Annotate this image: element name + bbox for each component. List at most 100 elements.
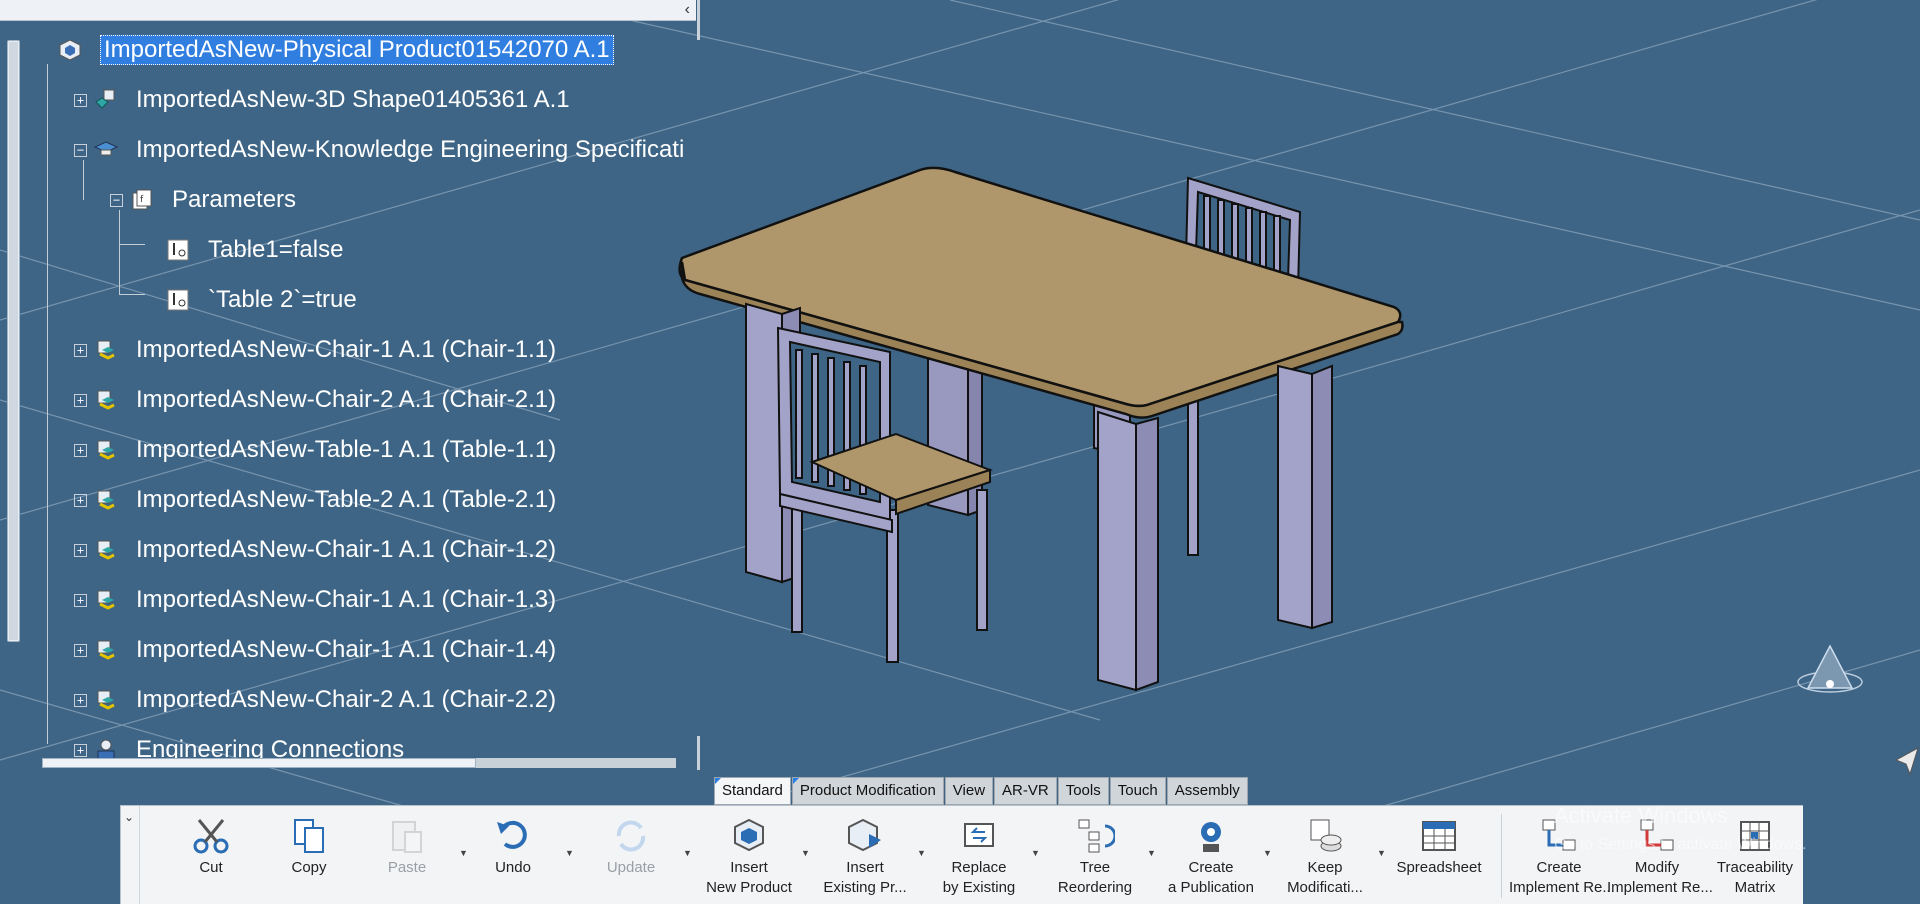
tree-node[interactable]: + ImportedAsNew-Table-2 A.1 (Table-2.1) xyxy=(74,480,556,520)
command-label: Cut xyxy=(161,858,261,878)
collapse-toggle-icon[interactable]: − xyxy=(110,193,123,207)
tree-vertical-scrollbar[interactable] xyxy=(7,40,20,642)
tree-node[interactable]: + ImportedAsNew-Chair-1 A.1 (Chair-1.2) xyxy=(74,530,556,570)
tree-node-label[interactable]: ImportedAsNew-Chair-2 A.1 (Chair-2.1) xyxy=(136,386,556,414)
replace-by-existing-icon xyxy=(959,816,999,856)
select-arrow-icon[interactable] xyxy=(1894,746,1919,776)
dropdown-arrow-icon[interactable]: ▼ xyxy=(1031,848,1040,858)
tree-node[interactable]: `Table 2`=true xyxy=(146,280,357,320)
spreadsheet-button[interactable]: Spreadsheet xyxy=(1389,806,1489,904)
expand-toggle-icon[interactable]: + xyxy=(74,743,87,757)
tab-standard[interactable]: Standard xyxy=(714,777,791,805)
tab-assembly[interactable]: Assembly xyxy=(1166,777,1248,805)
tree-node-label[interactable]: ImportedAsNew-Chair-1 A.1 (Chair-1.1) xyxy=(136,336,556,364)
dropdown-arrow-icon[interactable]: ▼ xyxy=(1263,848,1272,858)
tree-node-label[interactable]: ImportedAsNew-Table-1 A.1 (Table-1.1) xyxy=(136,436,556,464)
expand-toggle-icon[interactable]: + xyxy=(74,393,87,407)
tab-touch[interactable]: Touch xyxy=(1109,777,1166,805)
expand-toggle-icon[interactable]: + xyxy=(74,543,87,557)
tab-view[interactable]: View xyxy=(944,777,994,805)
dropdown-arrow-icon[interactable]: ▼ xyxy=(917,848,926,858)
tree-node[interactable]: − f Parameters xyxy=(110,180,296,220)
collapse-tree-button[interactable]: ‹ xyxy=(685,1,690,19)
expand-toggle-icon[interactable]: + xyxy=(74,493,87,507)
expand-toggle-icon[interactable]: + xyxy=(74,93,87,107)
tree-node-label[interactable]: `Table 2`=true xyxy=(208,286,357,314)
command-label-line1: Modify xyxy=(1634,859,1680,876)
collapse-toggle-icon[interactable]: − xyxy=(74,143,87,157)
tree-node-label[interactable]: ImportedAsNew-Knowledge Engineering Spec… xyxy=(136,136,684,164)
tree-node-label[interactable]: ImportedAsNew-Chair-2 A.1 (Chair-2.2) xyxy=(136,686,556,714)
expand-toggle-icon[interactable]: + xyxy=(74,643,87,657)
traceability-matrix-icon xyxy=(1735,816,1775,856)
tree-splitter-bottom[interactable] xyxy=(697,736,700,770)
dropdown-arrow-icon[interactable]: ▼ xyxy=(1377,848,1386,858)
command-label-line2: Implement Re... xyxy=(1509,879,1615,896)
tree-node[interactable]: + ImportedAsNew-Table-1 A.1 (Table-1.1) xyxy=(74,430,556,470)
chevron-down-icon: ⌄ xyxy=(124,810,135,824)
traceability-matrix-button[interactable]: Traceability Matrix xyxy=(1705,806,1805,904)
dropdown-arrow-icon[interactable]: ▼ xyxy=(801,848,810,858)
product-instance-icon xyxy=(94,588,118,612)
tree-vertical-scroll-thumb[interactable] xyxy=(9,42,18,640)
tree-node-label[interactable]: ImportedAsNew-3D Shape01405361 A.1 xyxy=(136,86,570,114)
keep-modifications-button[interactable]: Keep Modificati... xyxy=(1275,806,1375,904)
insert-new-product-button[interactable]: Insert New Product xyxy=(699,806,799,904)
tree-node-label[interactable]: ImportedAsNew-Chair-1 A.1 (Chair-1.2) xyxy=(136,536,556,564)
tree-horizontal-scrollbar[interactable] xyxy=(42,758,676,768)
toolbar-tabs: Standard Product Modification View AR-VR Too… xyxy=(714,777,1249,805)
command-label-line1: Tree xyxy=(1079,859,1111,876)
command-label-line2: a Publication xyxy=(1168,879,1254,896)
dropdown-arrow-icon[interactable]: ▼ xyxy=(1147,848,1156,858)
action-bar-handle[interactable]: ⌄ xyxy=(121,806,140,904)
expand-toggle-icon[interactable]: + xyxy=(74,443,87,457)
specification-tree[interactable]: ‹ ImportedAsNew-Physical Product01542070… xyxy=(0,0,700,780)
command-label-line2: Matrix xyxy=(1734,879,1776,896)
tree-node[interactable]: + ImportedAsNew-Chair-1 A.1 (Chair-1.4) xyxy=(74,630,556,670)
dropdown-arrow-icon[interactable]: ▼ xyxy=(683,848,692,858)
expand-toggle-icon[interactable]: + xyxy=(74,693,87,707)
command-label-line1: Undo xyxy=(495,859,531,876)
tree-horizontal-scroll-thumb[interactable] xyxy=(42,758,476,768)
tree-node-label[interactable]: Table1=false xyxy=(208,236,343,264)
tree-reordering-button[interactable]: Tree Reordering xyxy=(1045,806,1145,904)
tree-node[interactable]: ImportedAsNew-Physical Product01542070 A… xyxy=(38,30,614,70)
tree-node[interactable]: + ImportedAsNew-Chair-2 A.1 (Chair-2.2) xyxy=(74,680,556,720)
compass-widget[interactable] xyxy=(1797,644,1863,693)
expand-toggle-icon[interactable]: + xyxy=(74,343,87,357)
tree-splitter[interactable] xyxy=(697,0,700,40)
copy-icon xyxy=(289,816,329,856)
tab-ar-vr[interactable]: AR-VR xyxy=(994,777,1057,805)
insert-existing-product-icon xyxy=(845,816,885,856)
replace-by-existing-button[interactable]: Replace by Existing xyxy=(929,806,1029,904)
tree-node[interactable]: − ImportedAsNew-Knowledge Engineering Spe… xyxy=(74,130,684,170)
tree-node-label[interactable]: ImportedAsNew-Table-2 A.1 (Table-2.1) xyxy=(136,486,556,514)
modify-implement-relation-button[interactable]: Modify Implement Re... xyxy=(1607,806,1713,904)
expand-toggle-icon[interactable]: + xyxy=(74,593,87,607)
scissors-button[interactable]: Cut xyxy=(161,806,261,904)
tree-node-label[interactable]: ImportedAsNew-Chair-1 A.1 (Chair-1.3) xyxy=(136,586,556,614)
insert-existing-product-button[interactable]: Insert Existing Pr... xyxy=(815,806,915,904)
command-label: Insert Existing Pr... xyxy=(815,858,915,898)
tree-node[interactable]: + ImportedAsNew-Chair-1 A.1 (Chair-1.3) xyxy=(74,580,556,620)
tree-node-label[interactable]: ImportedAsNew-Physical Product01542070 A… xyxy=(100,35,614,65)
command-label: Tree Reordering xyxy=(1045,858,1145,898)
tree-node-label[interactable]: Parameters xyxy=(172,186,296,214)
tab-product-modification[interactable]: Product Modification xyxy=(791,777,944,805)
parameter-bool-icon xyxy=(166,238,190,262)
paste-button[interactable]: Paste xyxy=(357,806,457,904)
tree-node[interactable]: + ImportedAsNew-3D Shape01405361 A.1 xyxy=(74,80,570,120)
command-label-line2: Existing Pr... xyxy=(823,879,907,896)
tree-node[interactable]: + ImportedAsNew-Chair-1 A.1 (Chair-1.1) xyxy=(74,330,556,370)
update-button[interactable]: Update xyxy=(581,806,681,904)
tree-header-bar: ‹ xyxy=(0,0,696,21)
copy-button[interactable]: Copy xyxy=(259,806,359,904)
undo-button[interactable]: Undo xyxy=(463,806,563,904)
tree-node[interactable]: Table1=false xyxy=(146,230,343,270)
tree-node[interactable]: + ImportedAsNew-Chair-2 A.1 (Chair-2.1) xyxy=(74,380,556,420)
tab-tools[interactable]: Tools xyxy=(1057,777,1109,805)
create-implement-relation-button[interactable]: Create Implement Re... xyxy=(1509,806,1615,904)
create-publication-button[interactable]: Create a Publication xyxy=(1161,806,1261,904)
dropdown-arrow-icon[interactable]: ▼ xyxy=(565,848,574,858)
tree-node-label[interactable]: ImportedAsNew-Chair-1 A.1 (Chair-1.4) xyxy=(136,636,556,664)
